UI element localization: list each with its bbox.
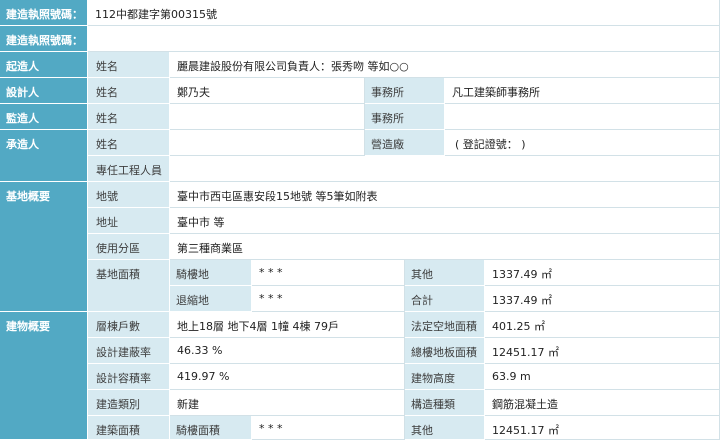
building-openspace-value: 401.25 ㎡	[485, 312, 720, 338]
building-openspace-label: 法定空地面積	[405, 312, 485, 338]
building-arcadearea-label: 騎樓面積	[170, 416, 252, 440]
building-floorarea-value: 12451.17 ㎡	[485, 338, 720, 364]
site-zone-label: 使用分區	[88, 234, 170, 260]
supervisor-name-value	[170, 104, 365, 130]
building-type-label: 建造類別	[88, 390, 170, 416]
designer-name-value: 鄭乃夫	[170, 78, 365, 104]
contractor-engineer-label: 專任工程人員	[88, 156, 170, 182]
supervisor-office-label: 事務所	[365, 104, 445, 130]
building-far-value: 419.97 %	[170, 364, 405, 390]
site-total-value: 1337.49 ㎡	[485, 286, 720, 312]
building-structure-label: 構造種類	[405, 390, 485, 416]
site-lot-value: 臺中市西屯區惠安段15地號 等5筆如附表	[170, 182, 720, 208]
change-permit-number-value	[88, 26, 720, 52]
building-coverage-label: 設計建蔽率	[88, 338, 170, 364]
supervisor-office-value	[445, 104, 720, 130]
building-far-label: 設計容積率	[88, 364, 170, 390]
building-structure-value: 鋼筋混凝土造	[485, 390, 720, 416]
designer-office-label: 事務所	[365, 78, 445, 104]
building-coverage-value: 46.33 %	[170, 338, 405, 364]
permit-number-label: 建造執照號碼：	[0, 0, 88, 26]
site-arcade-label: 騎樓地	[170, 260, 252, 286]
building-floors-label: 層棟戶數	[88, 312, 170, 338]
site-other-value: 1337.49 ㎡	[485, 260, 720, 286]
building-other-value: 12451.17 ㎡	[485, 416, 720, 440]
site-address-label: 地址	[88, 208, 170, 234]
site-total-label: 合計	[405, 286, 485, 312]
building-area-label: 建築面積	[88, 416, 170, 440]
building-section-title: 建物概要	[0, 312, 88, 440]
builder-section-title: 起造人	[0, 52, 88, 78]
site-area-label: 基地面積	[88, 260, 170, 312]
contractor-factory-label: 營造廠	[365, 130, 445, 156]
designer-office-value: 凡工建築師事務所	[445, 78, 720, 104]
designer-name-label: 姓名	[88, 78, 170, 104]
building-floorarea-label: 總樓地板面積	[405, 338, 485, 364]
site-section-title: 基地概要	[0, 182, 88, 312]
site-lot-label: 地號	[88, 182, 170, 208]
contractor-name-label: 姓名	[88, 130, 170, 156]
building-height-value: 63.9 m	[485, 364, 720, 390]
site-setback-value: * * *	[252, 286, 405, 312]
building-height-label: 建物高度	[405, 364, 485, 390]
site-setback-label: 退縮地	[170, 286, 252, 312]
building-type-value: 新建	[170, 390, 405, 416]
builder-name-label: 姓名	[88, 52, 170, 78]
contractor-name-value	[170, 130, 365, 156]
site-arcade-value: * * *	[252, 260, 405, 286]
building-floors-value: 地上18層 地下4層 1幢 4棟 79戶	[170, 312, 405, 338]
building-other-label: 其他	[405, 416, 485, 440]
site-zone-value: 第三種商業區	[170, 234, 720, 260]
contractor-engineer-value	[170, 156, 720, 182]
change-permit-number-label: 建造執照號碼：	[0, 26, 88, 52]
site-other-label: 其他	[405, 260, 485, 286]
contractor-registration-value: ( 登記證號： )	[445, 130, 720, 156]
permit-detail-table: 建造執照號碼： 112中都建字第00315號 建造執照號碼： 起造人 姓名 麗晨…	[0, 0, 720, 440]
contractor-section-title: 承造人	[0, 130, 88, 182]
builder-name-value: 麗晨建設股份有限公司負責人：張秀吻 等如○○	[170, 52, 720, 78]
supervisor-name-label: 姓名	[88, 104, 170, 130]
building-arcadearea-value: * * *	[252, 416, 405, 440]
designer-section-title: 設計人	[0, 78, 88, 104]
supervisor-section-title: 監造人	[0, 104, 88, 130]
site-address-value: 臺中市 等	[170, 208, 720, 234]
permit-number-value: 112中都建字第00315號	[88, 0, 720, 26]
